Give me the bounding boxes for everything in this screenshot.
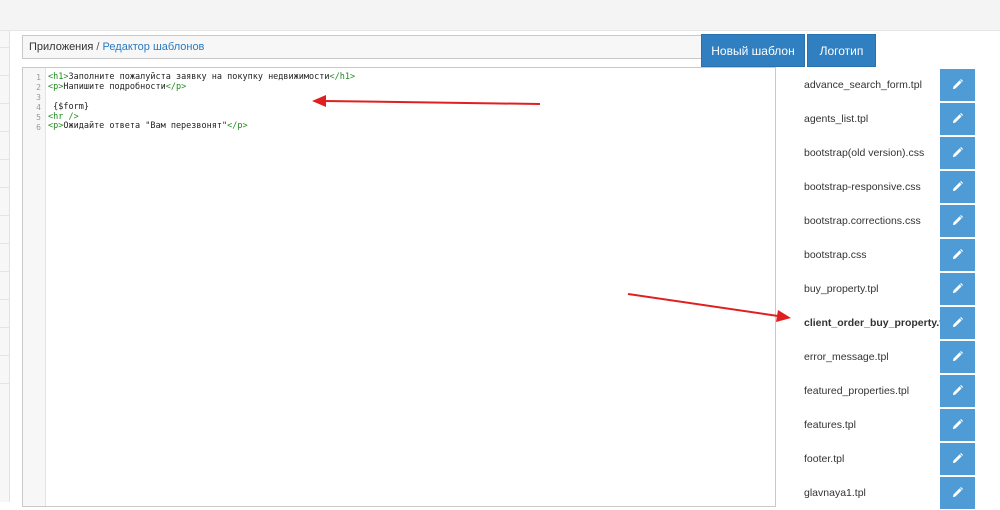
edit-file-button[interactable] (940, 137, 975, 169)
template-file-name[interactable]: agents_list.tpl (804, 102, 868, 136)
template-file-name[interactable]: client_order_buy_property.tpl (804, 306, 952, 340)
pencil-icon (952, 351, 963, 362)
edit-file-button[interactable] (940, 205, 975, 237)
edit-file-button[interactable] (940, 239, 975, 271)
edit-file-button[interactable] (940, 273, 975, 305)
template-file-item[interactable]: bootstrap-responsive.css (778, 170, 975, 204)
breadcrumb: Приложения / Редактор шаблонов (22, 35, 702, 59)
breadcrumb-current-link[interactable]: Редактор шаблонов (103, 41, 205, 53)
template-file-item[interactable]: footer.tpl (778, 442, 975, 476)
pencil-icon (952, 249, 963, 260)
template-file-item[interactable]: client_order_buy_property.tpl (778, 306, 975, 340)
pencil-icon (952, 487, 963, 498)
template-file-item[interactable]: advance_search_form.tpl (778, 68, 975, 102)
template-file-name[interactable]: glavnaya1.tpl (804, 476, 866, 510)
template-file-item[interactable]: agents_list.tpl (778, 102, 975, 136)
line-number: 4 (36, 103, 41, 112)
template-file-item[interactable]: bootstrap.corrections.css (778, 204, 975, 238)
new-template-button[interactable]: Новый шаблон (701, 34, 805, 67)
breadcrumb-root-link[interactable]: Приложения (29, 41, 93, 53)
template-file-item[interactable]: error_message.tpl (778, 340, 975, 374)
template-file-name[interactable]: advance_search_form.tpl (804, 68, 922, 102)
edit-file-button[interactable] (940, 171, 975, 203)
top-bar (0, 0, 1000, 31)
template-file-item[interactable]: bootstrap(old version).css (778, 136, 975, 170)
pencil-icon (952, 181, 963, 192)
code-line: {$form} (48, 101, 89, 112)
pencil-icon (952, 283, 963, 294)
edit-file-button[interactable] (940, 341, 975, 373)
template-file-item[interactable]: featured_properties.tpl (778, 374, 975, 408)
template-file-name[interactable]: bootstrap.corrections.css (804, 204, 921, 238)
code-line: <p>Напишите подробности</p> (48, 81, 187, 92)
template-file-name[interactable]: error_message.tpl (804, 340, 889, 374)
pencil-icon (952, 317, 963, 328)
line-number: 1 (36, 73, 41, 82)
pencil-icon (952, 147, 963, 158)
template-file-name[interactable]: bootstrap-responsive.css (804, 170, 921, 204)
pencil-icon (952, 419, 963, 430)
line-number: 5 (36, 113, 41, 122)
code-content[interactable]: <h1>Заполните пожалуйста заявку на покуп… (48, 72, 355, 132)
template-file-item[interactable]: glavnaya1.tpl (778, 476, 975, 510)
line-number: 3 (36, 93, 41, 102)
pencil-icon (952, 453, 963, 464)
template-file-name[interactable]: featured_properties.tpl (804, 374, 909, 408)
template-file-name[interactable]: bootstrap(old version).css (804, 136, 924, 170)
pencil-icon (952, 215, 963, 226)
edit-file-button[interactable] (940, 103, 975, 135)
code-line: <p>Ожидайте ответа "Вам перезвонят"</p> (48, 121, 248, 132)
edit-file-button[interactable] (940, 409, 975, 441)
edit-file-button[interactable] (940, 477, 975, 509)
left-sidebar-strip (0, 31, 10, 502)
edit-file-button[interactable] (940, 307, 975, 339)
template-file-item[interactable]: features.tpl (778, 408, 975, 442)
line-number: 2 (36, 83, 41, 92)
template-file-name[interactable]: buy_property.tpl (804, 272, 879, 306)
pencil-icon (952, 79, 963, 90)
pencil-icon (952, 385, 963, 396)
template-file-name[interactable]: features.tpl (804, 408, 856, 442)
line-number: 6 (36, 123, 41, 132)
line-number-gutter: 1 2 3 4 5 6 (23, 68, 46, 506)
edit-file-button[interactable] (940, 375, 975, 407)
template-file-item[interactable]: buy_property.tpl (778, 272, 975, 306)
template-file-name[interactable]: bootstrap.css (804, 238, 866, 272)
breadcrumb-separator: / (96, 41, 100, 53)
logo-button[interactable]: Логотип (807, 34, 876, 67)
code-editor[interactable]: 1 2 3 4 5 6 <h1>Заполните пожалуйста зая… (22, 67, 776, 507)
pencil-icon (952, 113, 963, 124)
template-file-name[interactable]: footer.tpl (804, 442, 844, 476)
edit-file-button[interactable] (940, 69, 975, 101)
template-file-list: advance_search_form.tpl agents_list.tpl bo… (778, 68, 975, 510)
edit-file-button[interactable] (940, 443, 975, 475)
template-file-item[interactable]: bootstrap.css (778, 238, 975, 272)
